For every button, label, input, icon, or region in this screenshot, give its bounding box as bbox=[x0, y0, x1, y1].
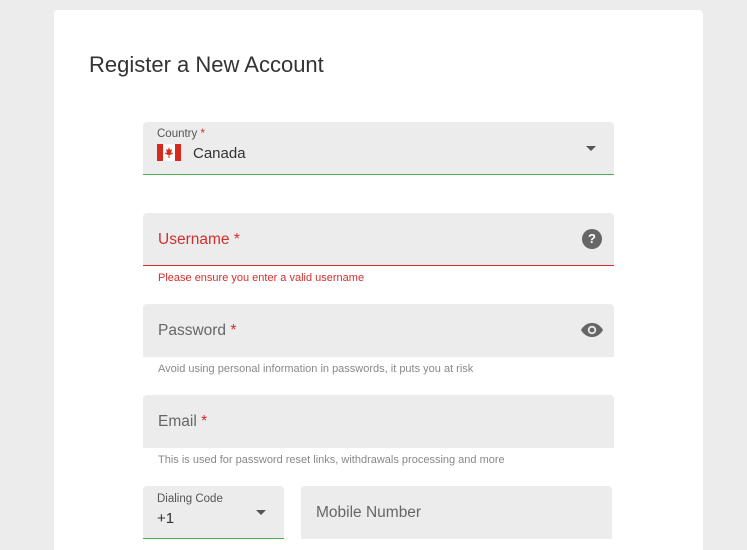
country-select[interactable]: Country * Canada bbox=[143, 122, 614, 175]
country-label: Country * bbox=[157, 128, 205, 140]
help-icon[interactable]: ? bbox=[582, 229, 602, 249]
canada-flag-icon bbox=[157, 144, 181, 161]
email-helper: This is used for password reset links, w… bbox=[158, 454, 505, 466]
country-label-text: Country bbox=[157, 128, 198, 140]
password-helper: Avoid using personal information in pass… bbox=[158, 363, 474, 375]
username-label-text: Username bbox=[158, 231, 230, 248]
eye-icon[interactable] bbox=[580, 318, 604, 342]
email-required-mark: * bbox=[201, 413, 208, 430]
username-required-mark: * bbox=[233, 231, 240, 248]
password-label: Password * bbox=[158, 322, 236, 340]
dialing-code-label: Dialing Code bbox=[157, 493, 223, 505]
dialing-code-select[interactable]: Dialing Code +1 bbox=[143, 486, 284, 539]
username-field[interactable]: Username * ? bbox=[143, 213, 614, 266]
mobile-number-field[interactable]: Mobile Number bbox=[301, 486, 612, 539]
password-field[interactable]: Password * bbox=[143, 304, 614, 357]
page-title: Register a New Account bbox=[89, 52, 324, 77]
registration-card bbox=[54, 10, 703, 550]
password-label-text: Password bbox=[158, 322, 227, 339]
email-label-text: Email bbox=[158, 413, 197, 430]
dialing-code-value: +1 bbox=[157, 510, 175, 527]
username-label: Username * bbox=[158, 231, 240, 249]
chevron-down-icon[interactable] bbox=[256, 510, 266, 515]
username-error: Please ensure you enter a valid username bbox=[158, 272, 365, 284]
mobile-number-placeholder: Mobile Number bbox=[316, 504, 422, 521]
email-field[interactable]: Email * bbox=[143, 395, 614, 448]
chevron-down-icon[interactable] bbox=[586, 146, 596, 151]
password-required-mark: * bbox=[230, 322, 237, 339]
email-label: Email * bbox=[158, 413, 207, 431]
country-value: Canada bbox=[193, 145, 246, 162]
country-required-mark: * bbox=[200, 128, 205, 140]
